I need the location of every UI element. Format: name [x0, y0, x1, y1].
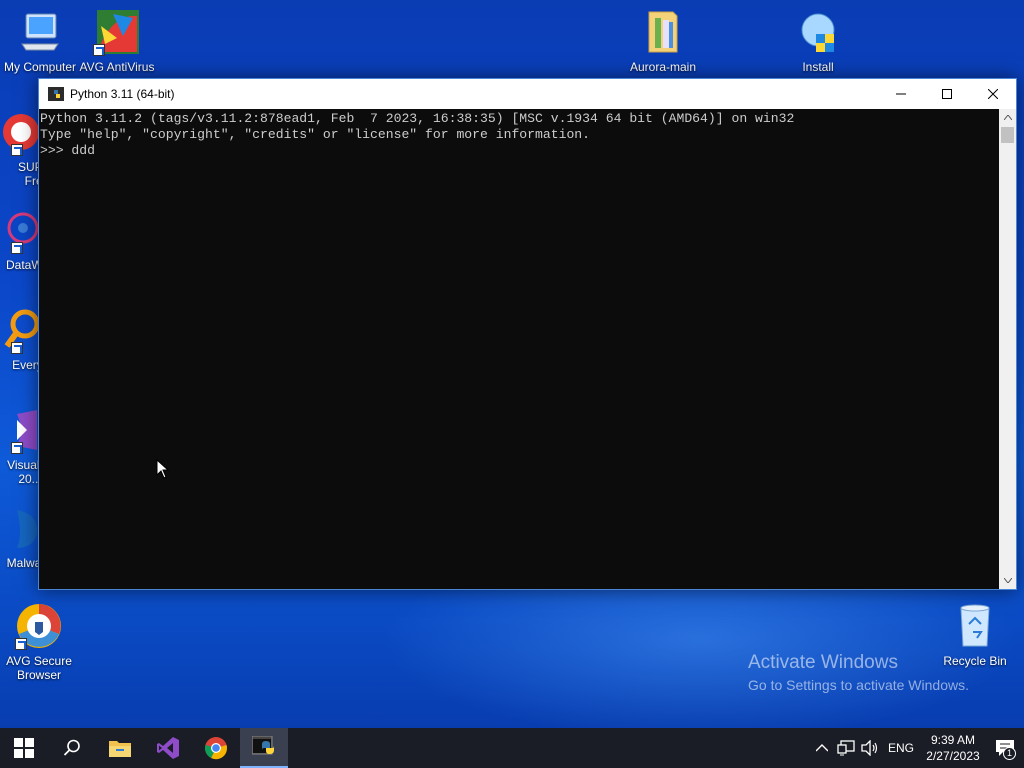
- start-icon: [14, 738, 34, 758]
- network-icon: [837, 740, 855, 756]
- mouse-cursor-icon: [156, 459, 170, 479]
- watermark-title: Activate Windows: [748, 652, 898, 673]
- show-hidden-icons-button[interactable]: [810, 728, 834, 768]
- recycle-bin-icon: [951, 602, 999, 650]
- notification-count-badge: 1: [1003, 747, 1016, 760]
- taskbar-file-explorer[interactable]: [96, 728, 144, 768]
- desktop-icon-label: Aurora-main: [629, 60, 697, 74]
- visual-studio-icon: [157, 737, 179, 759]
- volume-icon: [861, 740, 878, 756]
- console-input-line: >>> ddd: [40, 143, 96, 158]
- malwarebytes-icon: [0, 504, 41, 552]
- close-icon: [988, 89, 998, 99]
- visual-studio-icon: [0, 406, 41, 454]
- vertical-scrollbar[interactable]: [999, 109, 1016, 589]
- search-icon: [63, 739, 80, 756]
- datawrapper-icon: [0, 206, 41, 254]
- avg-antivirus-icon: [93, 8, 141, 56]
- input-language-indicator[interactable]: ENG: [882, 728, 920, 768]
- taskbar-python[interactable]: [240, 728, 288, 768]
- shortcut-arrow-icon: [11, 144, 23, 156]
- everything-search-icon: [0, 306, 41, 354]
- desktop-icon-label: My Computer: [3, 60, 77, 74]
- python-console-window[interactable]: Python 3.11 (64-bit) Python 3.11.2 (tags…: [38, 78, 1017, 590]
- desktop-icon-install-transformers[interactable]: Install Transformers: [779, 8, 857, 74]
- chrome-icon: [205, 737, 227, 760]
- language-label: ENG: [887, 741, 914, 755]
- desktop-icon-label: AVG Secure Browser: [6, 654, 72, 682]
- python-icon: [48, 87, 64, 101]
- shortcut-arrow-icon: [11, 442, 23, 454]
- chevron-up-icon: [816, 744, 828, 752]
- clock-time: 9:39 AM: [930, 733, 975, 747]
- action-center-button[interactable]: 1: [986, 728, 1024, 768]
- clock[interactable]: 9:39 AM 2/27/2023: [920, 728, 986, 768]
- watermark-subtitle: Go to Settings to activate Windows.: [748, 677, 969, 693]
- taskbar-chrome[interactable]: [192, 728, 240, 768]
- desktop-icon-label: Install Transformers: [802, 60, 834, 74]
- start-button[interactable]: [0, 728, 48, 768]
- maximize-icon: [942, 89, 952, 99]
- clock-date: 2/27/2023: [926, 749, 980, 763]
- scroll-up-button[interactable]: [999, 109, 1016, 126]
- desktop-icon-label: AVG AntiVirus F...: [79, 60, 155, 74]
- chevron-down-icon: [1003, 578, 1012, 583]
- taskbar-visual-studio[interactable]: [144, 728, 192, 768]
- scrollbar-thumb[interactable]: [1001, 127, 1014, 143]
- shortcut-arrow-icon: [11, 342, 23, 354]
- computer-icon: [16, 8, 64, 56]
- desktop-icon-aurora-main[interactable]: Aurora-main: [624, 8, 702, 74]
- volume-button[interactable]: [858, 728, 882, 768]
- desktop-icon-avg-secure-browser[interactable]: AVG Secure Browser: [0, 602, 78, 682]
- title-bar[interactable]: Python 3.11 (64-bit): [39, 79, 1016, 109]
- minimize-button[interactable]: [878, 79, 924, 109]
- console-line: Python 3.11.2 (tags/v3.11.2:878ead1, Feb…: [40, 111, 795, 126]
- window-title: Python 3.11 (64-bit): [70, 87, 175, 101]
- desktop-icon-my-computer[interactable]: My Computer: [1, 8, 79, 74]
- super-icon: [0, 108, 41, 156]
- desktop-icon-avg-antivirus[interactable]: AVG AntiVirus F...: [78, 8, 156, 74]
- console-line: Type "help", "copyright", "credits" or "…: [40, 127, 591, 142]
- network-button[interactable]: [834, 728, 858, 768]
- console-output[interactable]: Python 3.11.2 (tags/v3.11.2:878ead1, Feb…: [39, 109, 999, 589]
- taskbar: ENG 9:39 AM 2/27/2023 1: [0, 728, 1024, 768]
- avg-secure-browser-icon: [15, 602, 63, 650]
- scroll-down-button[interactable]: [999, 572, 1016, 589]
- shortcut-arrow-icon: [93, 44, 105, 56]
- file-explorer-icon: [109, 741, 131, 757]
- search-button[interactable]: [48, 728, 96, 768]
- close-button[interactable]: [970, 79, 1016, 109]
- folder-icon: [639, 8, 687, 56]
- minimize-icon: [896, 93, 906, 95]
- system-tray: ENG 9:39 AM 2/27/2023 1: [810, 728, 1024, 768]
- shortcut-arrow-icon: [11, 242, 23, 254]
- installer-icon: [794, 8, 842, 56]
- python-icon: [252, 736, 274, 755]
- activate-windows-watermark: Activate Windows Go to Settings to activ…: [748, 652, 969, 696]
- maximize-button[interactable]: [924, 79, 970, 109]
- chevron-up-icon: [1003, 115, 1012, 120]
- shortcut-arrow-icon: [15, 638, 27, 650]
